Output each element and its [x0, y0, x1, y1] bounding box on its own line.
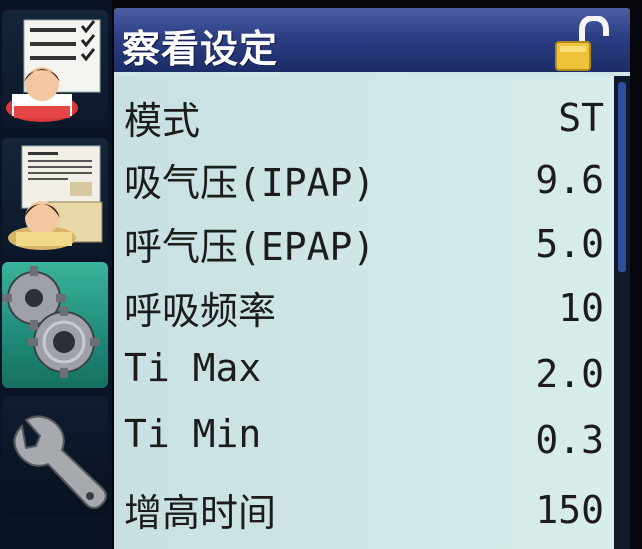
scrollbar[interactable]	[614, 76, 630, 549]
list-item[interactable]: 呼气压(EPAP) 5.0	[124, 210, 604, 270]
setting-value: 9.6	[535, 158, 604, 202]
patient-document-icon	[8, 145, 103, 250]
wrench-icon	[13, 415, 107, 509]
list-item[interactable]: 模式 ST	[124, 84, 604, 144]
sidebar-item-tools[interactable]	[2, 396, 108, 516]
setting-label: 模式	[124, 99, 201, 143]
sidebar	[0, 0, 112, 549]
settings-panel: 察看设定 模式 ST 吸气压(IPAP) 9.6 呼气压(EPAP) 5.0 呼…	[114, 8, 630, 549]
setting-value: ST	[558, 96, 604, 140]
screen-bezel	[630, 0, 642, 549]
setting-label: 呼吸频率	[124, 289, 277, 333]
list-item[interactable]: 增高时间 150	[124, 476, 604, 536]
setting-label: Ti Max	[124, 346, 262, 390]
device-screen: 察看设定 模式 ST 吸气压(IPAP) 9.6 呼气压(EPAP) 5.0 呼…	[0, 0, 642, 549]
scroll-thumb[interactable]	[618, 82, 626, 272]
list-item[interactable]: Ti Max 2.0	[124, 340, 604, 400]
setting-label: 吸气压(IPAP)	[124, 161, 376, 205]
setting-value: 5.0	[535, 222, 604, 266]
setting-value: 10	[558, 286, 604, 330]
sidebar-item-settings[interactable]	[2, 262, 108, 388]
setting-value: 150	[535, 488, 604, 532]
list-item[interactable]: Ti Min 0.3	[124, 406, 604, 466]
gears-icon	[2, 266, 100, 378]
list-item[interactable]: 呼吸频率 10	[124, 274, 604, 334]
setting-value: 0.3	[535, 418, 604, 462]
unlocked-padlock-icon[interactable]	[552, 16, 612, 72]
setting-value: 2.0	[535, 352, 604, 396]
title-bar: 察看设定	[114, 8, 630, 72]
patient-checklist-icon	[6, 19, 101, 122]
sidebar-item-patient-report[interactable]	[2, 10, 108, 128]
list-item[interactable]: 吸气压(IPAP) 9.6	[124, 146, 604, 206]
page-title: 察看设定	[122, 27, 279, 71]
setting-label: 增高时间	[124, 491, 277, 535]
sidebar-item-patient-info[interactable]	[2, 138, 108, 256]
setting-label: 呼气压(EPAP)	[124, 225, 376, 269]
setting-label: Ti Min	[124, 412, 262, 456]
settings-list: 模式 ST 吸气压(IPAP) 9.6 呼气压(EPAP) 5.0 呼吸频率 1…	[114, 76, 614, 549]
